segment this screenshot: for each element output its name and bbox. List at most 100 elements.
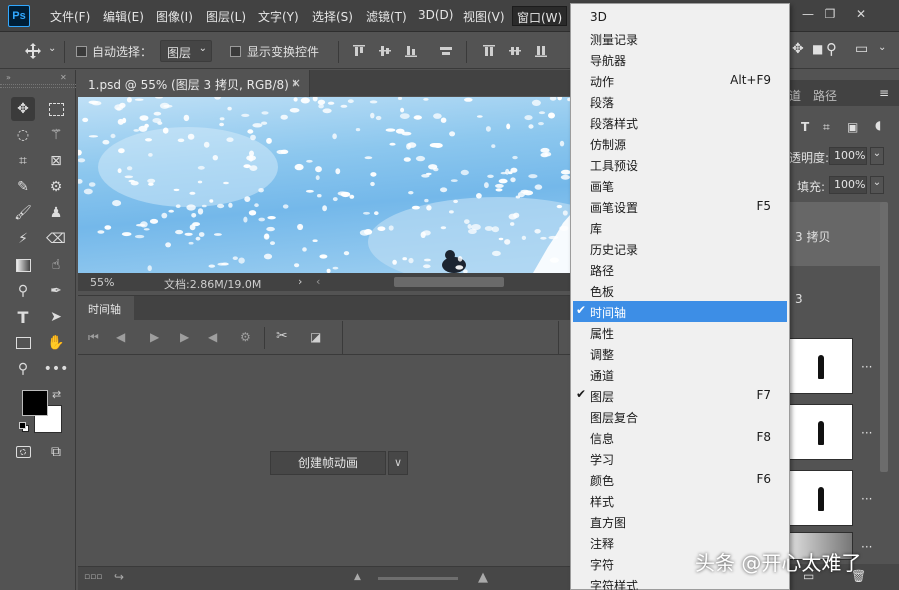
window-menu-item[interactable]: 历史记录 [573,238,787,259]
more-icon[interactable]: ··· [861,426,872,440]
more-icon[interactable]: ··· [861,540,872,554]
frame-view-icon[interactable]: ▫▫▫ [84,572,102,582]
horizontal-scrollbar[interactable] [394,277,504,287]
timeline-tab[interactable]: 时间轴 [78,296,134,320]
settings-gear-icon[interactable]: ⚙ [240,330,251,344]
layer-thumbnail[interactable] [789,338,853,394]
align-top-icon[interactable] [352,44,366,58]
default-colors-icon[interactable] [19,422,29,432]
menu-filter[interactable]: 滤镜(T) [366,8,407,25]
window-menu-item[interactable]: 画笔 [573,175,787,196]
window-menu-item[interactable]: ✔ 时间轴 [573,301,787,322]
type-tool-icon[interactable]: T [11,305,35,329]
filter-toggle-icon[interactable]: ◖ [875,118,881,132]
frame-tool-icon[interactable]: ⊠ [44,149,68,173]
screen-mode-icon[interactable]: ⧉ [44,440,68,464]
window-menu-item[interactable]: 学习 [573,448,787,469]
distribute-vcenter-icon[interactable] [508,44,522,58]
audio-icon[interactable]: ◀ [208,330,217,344]
align-vcenter-icon[interactable] [378,44,392,58]
menu-select[interactable]: 选择(S) [312,8,353,25]
more-icon[interactable]: ··· [861,360,872,374]
auto-select-dropdown[interactable]: 图层 ⌄ [160,40,212,62]
previous-frame-icon[interactable]: ◀ [116,330,125,344]
quick-mask-icon[interactable] [11,440,35,464]
pen-tool-icon[interactable]: ✒ [44,279,68,303]
search-icon[interactable]: ⚲ [826,40,837,58]
tab-paths[interactable]: 路径 [813,87,837,104]
window-menu-item[interactable]: 工具预设 [573,154,787,175]
collapse-icon[interactable]: » [6,73,11,82]
swap-colors-icon[interactable]: ⇄ [52,388,61,401]
fill-chevron-icon[interactable]: ⌄ [870,176,884,194]
zoom-out-mountain-icon[interactable]: ▲ [354,572,361,582]
tool-preset-chevron-icon[interactable]: ⌄ [48,43,56,54]
close-tab-icon[interactable]: × [291,76,301,90]
type-filter-icon[interactable]: T [801,120,809,134]
window-menu-item[interactable]: 仿制源 [573,133,787,154]
window-menu-item[interactable]: 段落 [573,91,787,112]
window-menu-item[interactable]: 导航器 [573,49,787,70]
window-menu-item[interactable]: 画笔设置 F5 [573,196,787,217]
window-menu-item[interactable]: 色板 [573,280,787,301]
workspace-icon[interactable]: ▭ [855,41,868,57]
restore-icon[interactable]: ❐ [820,4,840,24]
zoom-slider[interactable] [378,577,458,580]
zoom-tool-icon[interactable]: ⚲ [11,357,35,381]
window-menu-item[interactable]: 通道 [573,364,787,385]
window-menu-item[interactable]: 调整 [573,343,787,364]
gradient-tool-icon[interactable] [11,253,35,277]
foreground-color-swatch[interactable] [22,390,48,416]
layer-thumbnail[interactable] [789,470,853,526]
window-menu-item[interactable]: 属性 [573,322,787,343]
window-menu-item[interactable]: 段落样式 [573,112,787,133]
panel-close-icon[interactable]: ✕ [60,73,67,82]
eraser-tool-icon[interactable]: ⌫ [44,227,68,251]
show-transform-checkbox[interactable] [230,46,241,57]
window-menu-item[interactable]: 路径 [573,259,787,280]
history-brush-tool-icon[interactable]: ⚡ [11,227,35,251]
more-tools-icon[interactable]: ••• [44,357,69,381]
menu-file[interactable]: 文件(F) [50,8,90,25]
opacity-chevron-icon[interactable]: ⌄ [870,147,884,165]
menu-type[interactable]: 文字(Y) [258,8,299,25]
workspace-chevron-icon[interactable]: ⌄ [878,42,886,53]
convert-icon[interactable]: ↪ [114,570,124,584]
menu-window[interactable]: 窗口(W) [512,6,568,26]
play-icon[interactable]: ▶ [150,330,159,344]
minimize-icon[interactable]: — [798,4,818,24]
rectangle-tool-icon[interactable] [11,331,35,355]
3d-camera-icon[interactable]: ■ [812,42,823,56]
zoom-in-mountain-icon[interactable]: ▲ [478,570,488,585]
lasso-tool-icon[interactable]: ◌ [11,123,35,147]
window-menu-item[interactable]: 库 [573,217,787,238]
window-menu-item[interactable]: 样式 [573,490,787,511]
magic-wand-tool-icon[interactable]: ⚚ [44,123,68,147]
window-menu-item[interactable]: 直方图 [573,511,787,532]
zoom-level[interactable]: 55% [90,276,114,289]
first-frame-icon[interactable]: ⏮ [88,330,99,345]
brush-tool-icon[interactable]: 🖌 [11,201,35,225]
distribute-bottom-icon[interactable] [534,44,548,58]
create-frame-animation-button[interactable]: 创建帧动画 [270,451,386,475]
opacity-field[interactable]: 100% [829,147,867,165]
status-menu-chevron-icon[interactable]: › [298,275,302,288]
more-icon[interactable]: ··· [861,492,872,506]
window-menu-item[interactable]: 图层复合 [573,406,787,427]
auto-select-checkbox[interactable] [76,46,87,57]
align-bottom-icon[interactable] [404,44,418,58]
distribute-top-icon[interactable] [482,44,496,58]
menu-3d[interactable]: 3D(D) [418,8,453,22]
next-frame-icon[interactable]: ▶ [180,330,189,344]
window-menu-item[interactable]: 3D [573,7,787,28]
marquee-tool-icon[interactable] [44,97,68,121]
window-menu-item[interactable]: 测量记录 [573,28,787,49]
align-left-icon[interactable] [439,44,453,58]
window-menu-item[interactable]: ✔ 图层 F7 [573,385,787,406]
move-tool-icon[interactable]: ✥ [11,97,35,121]
stamp-tool-icon[interactable]: ♟ [44,201,68,225]
smart-object-filter-icon[interactable]: ▣ [847,120,858,134]
window-menu-item[interactable]: 颜色 F6 [573,469,787,490]
panel-menu-icon[interactable]: ≡ [879,86,889,100]
move-tool-icon[interactable] [24,42,42,60]
